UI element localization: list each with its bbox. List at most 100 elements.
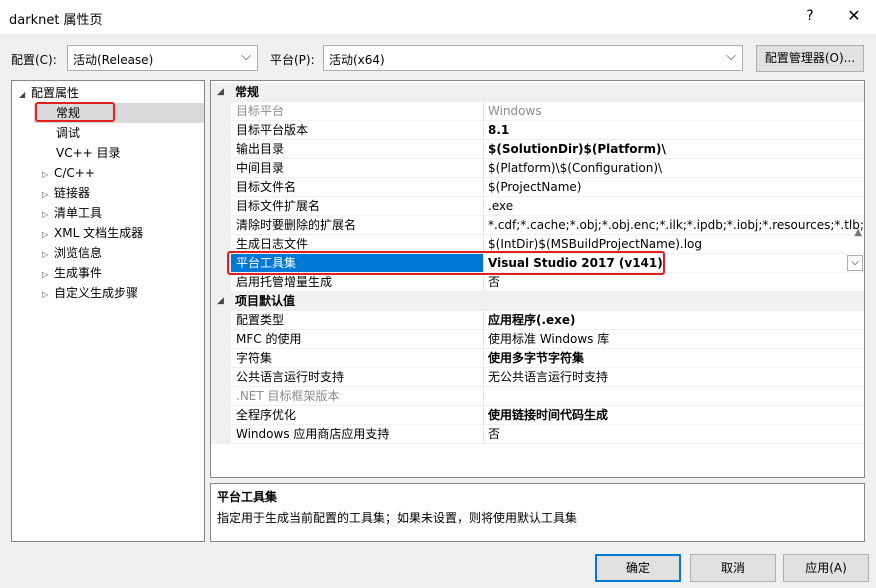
- property-row[interactable]: 输出目录 $(SolutionDir)$(Platform)\: [211, 140, 864, 159]
- config-select-value: 活动(Release): [73, 53, 154, 67]
- property-name: 目标文件名: [231, 178, 484, 197]
- property-name: 启用托管增量生成: [231, 273, 484, 292]
- property-name: Windows 应用商店应用支持: [231, 425, 484, 444]
- property-value: [484, 387, 864, 406]
- tree-item-build-events[interactable]: ▷ 生成事件: [42, 263, 102, 283]
- property-row[interactable]: 全程序优化 使用链接时间代码生成: [211, 406, 864, 425]
- apply-button[interactable]: 应用(A): [783, 554, 869, 582]
- collapsed-arrow-icon[interactable]: ▷: [42, 245, 54, 265]
- property-value[interactable]: $(ProjectName): [484, 178, 864, 197]
- property-row[interactable]: 中间目录 $(Platform)\$(Configuration)\: [211, 159, 864, 178]
- property-name: 目标文件扩展名: [231, 197, 484, 216]
- collapsed-arrow-icon[interactable]: ▷: [42, 205, 54, 225]
- property-name: 配置类型: [231, 311, 484, 330]
- property-value[interactable]: 否: [484, 273, 864, 292]
- property-name: 公共语言运行时支持: [231, 368, 484, 387]
- property-row[interactable]: 公共语言运行时支持 无公共语言运行时支持: [211, 368, 864, 387]
- config-select[interactable]: 活动(Release) ⌵: [67, 45, 258, 71]
- tree-item-custom-build-step[interactable]: ▷ 自定义生成步骤: [42, 283, 138, 303]
- tree-item-label: 生成事件: [54, 266, 103, 280]
- property-value: Windows: [484, 102, 864, 121]
- property-name: MFC 的使用: [231, 330, 484, 349]
- description-text: 指定用于生成当前配置的工具集；如果未设置，则将使用默认工具集: [217, 511, 578, 525]
- property-row[interactable]: 启用托管增量生成 否: [211, 273, 864, 292]
- property-name: 全程序优化: [231, 406, 484, 425]
- property-row[interactable]: 目标文件名 $(ProjectName): [211, 178, 864, 197]
- collapsed-arrow-icon[interactable]: ▷: [42, 265, 54, 285]
- property-tree[interactable]: ◢ 配置属性 常规 调试 VC++ 目录 ▷ C/C++ ▷ 链接器 ▷ 清单工具 ▷ X…: [11, 80, 205, 542]
- property-row[interactable]: MFC 的使用 使用标准 Windows 库: [211, 330, 864, 349]
- chevron-down-icon[interactable]: ⌵: [847, 255, 863, 271]
- tree-item-label: VC++ 目录: [56, 146, 121, 160]
- chevron-down-icon: ⌵: [726, 49, 736, 64]
- platform-select-value: 活动(x64): [329, 53, 385, 67]
- ok-button[interactable]: 确定: [595, 554, 681, 582]
- description-pane: 平台工具集 指定用于生成当前配置的工具集；如果未设置，则将使用默认工具集: [210, 483, 865, 542]
- property-name: 清除时要删除的扩展名: [231, 216, 484, 235]
- help-button[interactable]: ?: [798, 4, 822, 28]
- tree-item-label: 自定义生成步骤: [54, 286, 139, 300]
- property-value[interactable]: 使用多字节字符集: [484, 349, 864, 368]
- category-general[interactable]: ◢ 常规: [211, 83, 864, 102]
- highlight-box-general: [35, 102, 115, 122]
- property-name: .NET 目标框架版本: [231, 387, 484, 406]
- tree-item-manifest-tool[interactable]: ▷ 清单工具: [42, 203, 102, 223]
- tree-item-debugging[interactable]: 调试: [56, 123, 80, 143]
- property-name: 字符集: [231, 349, 484, 368]
- property-value[interactable]: 使用标准 Windows 库: [484, 330, 864, 349]
- property-value[interactable]: 使用链接时间代码生成: [484, 406, 864, 425]
- category-label: 项目默认值: [235, 294, 296, 308]
- tree-item-cpp[interactable]: ▷ C/C++: [42, 163, 95, 183]
- property-value[interactable]: 应用程序(.exe): [484, 311, 864, 330]
- scroll-up-icon[interactable]: ▲: [854, 227, 862, 238]
- tree-item-label: 浏览信息: [54, 246, 103, 260]
- expanded-arrow-icon[interactable]: ◢: [217, 83, 224, 102]
- tree-root-config-properties[interactable]: ◢ 配置属性: [19, 83, 79, 103]
- property-row[interactable]: 字符集 使用多字节字符集: [211, 349, 864, 368]
- expanded-arrow-icon[interactable]: ◢: [19, 85, 31, 105]
- property-name: 目标平台: [231, 102, 484, 121]
- cancel-button[interactable]: 取消: [690, 554, 776, 582]
- property-value[interactable]: 否: [484, 425, 864, 444]
- category-label: 常规: [235, 85, 260, 99]
- property-row[interactable]: 目标平台 Windows: [211, 102, 864, 121]
- property-name: 目标平台版本: [231, 121, 484, 140]
- property-value[interactable]: $(SolutionDir)$(Platform)\: [484, 140, 864, 159]
- collapsed-arrow-icon[interactable]: ▷: [42, 185, 54, 205]
- property-row[interactable]: 配置类型 应用程序(.exe): [211, 311, 864, 330]
- property-row[interactable]: Windows 应用商店应用支持 否: [211, 425, 864, 444]
- platform-label: 平台(P):: [270, 53, 315, 67]
- platform-select[interactable]: 活动(x64) ⌵: [323, 45, 743, 71]
- property-row[interactable]: 清除时要删除的扩展名 *.cdf;*.cache;*.obj;*.obj.enc…: [211, 216, 864, 235]
- config-label: 配置(C):: [11, 53, 57, 67]
- window-title: darknet 属性页: [9, 13, 103, 28]
- collapsed-arrow-icon[interactable]: ▷: [42, 225, 54, 245]
- property-value[interactable]: .exe: [484, 197, 864, 216]
- config-manager-button[interactable]: 配置管理器(O)...: [756, 45, 864, 72]
- property-value[interactable]: *.cdf;*.cache;*.obj;*.obj.enc;*.ilk;*.ip…: [484, 216, 864, 235]
- property-name: 输出目录: [231, 140, 484, 159]
- property-grid[interactable]: ◢ 常规 目标平台 Windows 目标平台版本 8.1 输出目录 $(Solu…: [210, 80, 865, 478]
- tree-item-vc-directories[interactable]: VC++ 目录: [56, 143, 121, 163]
- collapsed-arrow-icon[interactable]: ▷: [42, 165, 54, 185]
- tree-root-label: 配置属性: [31, 86, 80, 100]
- property-row[interactable]: .NET 目标框架版本: [211, 387, 864, 406]
- tree-item-label: 清单工具: [54, 206, 103, 220]
- property-name: 中间目录: [231, 159, 484, 178]
- property-value[interactable]: $(Platform)\$(Configuration)\: [484, 159, 864, 178]
- tree-item-browse-info[interactable]: ▷ 浏览信息: [42, 243, 102, 263]
- close-button[interactable]: ✕: [842, 4, 866, 28]
- collapsed-arrow-icon[interactable]: ▷: [42, 285, 54, 305]
- tree-item-label: XML 文档生成器: [54, 226, 144, 240]
- highlight-box-toolset: [227, 251, 665, 275]
- tree-item-linker[interactable]: ▷ 链接器: [42, 183, 90, 203]
- expanded-arrow-icon[interactable]: ◢: [217, 292, 224, 311]
- category-project-defaults[interactable]: ◢ 项目默认值: [211, 292, 864, 311]
- property-value[interactable]: 无公共语言运行时支持: [484, 368, 864, 387]
- tree-item-xml-doc-generator[interactable]: ▷ XML 文档生成器: [42, 223, 143, 243]
- property-row[interactable]: 目标文件扩展名 .exe: [211, 197, 864, 216]
- chevron-down-icon: ⌵: [241, 49, 251, 64]
- property-value[interactable]: 8.1: [484, 121, 864, 140]
- title-bar: darknet 属性页 ? ✕: [0, 0, 876, 34]
- property-row[interactable]: 目标平台版本 8.1: [211, 121, 864, 140]
